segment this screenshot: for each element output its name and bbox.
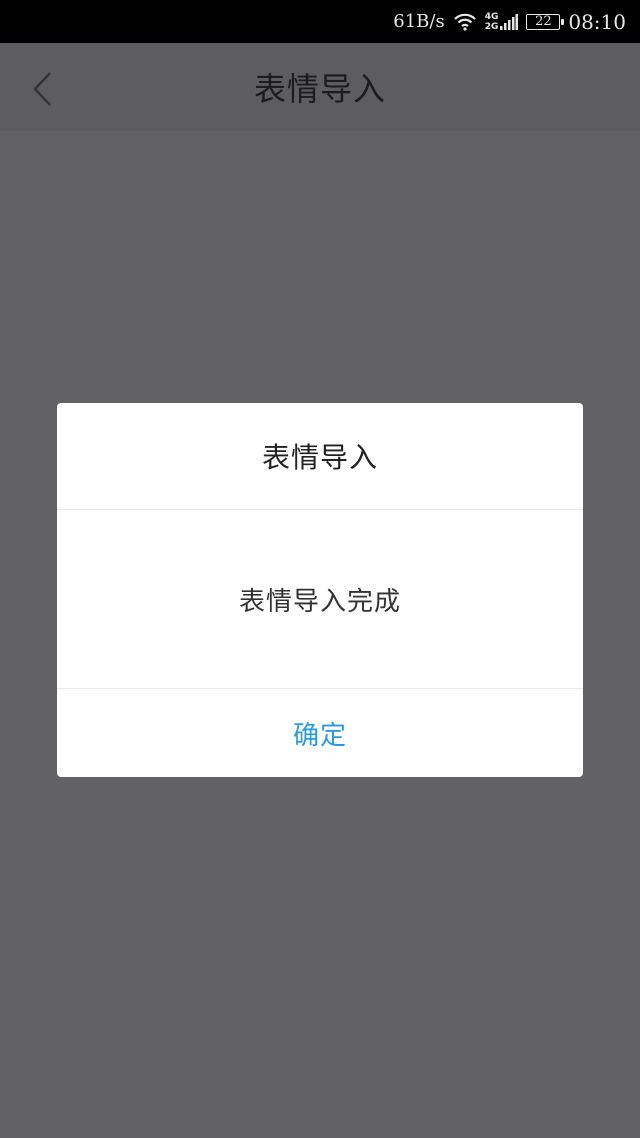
status-bar: 61B/s 4G 2G 22 08:10 xyxy=(0,0,640,43)
title-bar: 表情导入 xyxy=(0,43,640,131)
wifi-icon xyxy=(453,13,477,31)
confirm-button[interactable]: 确定 xyxy=(57,689,583,777)
page-title: 表情导入 xyxy=(253,70,386,108)
cellular-signal: 4G 2G xyxy=(485,12,519,32)
import-complete-dialog: 表情导入 表情导入完成 确定 xyxy=(57,403,583,777)
dialog-message: 表情导入完成 xyxy=(57,510,583,689)
clock: 08:10 xyxy=(568,9,626,34)
network-type-bottom: 2G xyxy=(484,21,499,32)
signal-bars-icon xyxy=(500,13,519,30)
battery-level: 22 xyxy=(535,14,552,29)
network-type-top: 4G xyxy=(484,11,499,22)
battery-icon: 22 xyxy=(526,13,565,30)
network-speed: 61B/s xyxy=(393,11,445,32)
dialog-title: 表情导入 xyxy=(57,403,583,510)
